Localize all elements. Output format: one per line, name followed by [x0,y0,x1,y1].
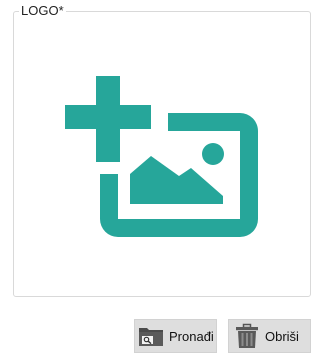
folder-search-icon [138,325,164,347]
trash-icon [234,323,260,349]
logo-legend: LOGO* [19,3,66,19]
delete-button[interactable]: Obriši [228,319,311,353]
find-button-label: Pronađi [169,328,214,344]
logo-actions: Pronađi Obriši [0,319,326,353]
logo-dropzone[interactable] [62,76,262,242]
delete-button-label: Obriši [265,328,299,344]
add-photo-icon [65,76,258,237]
find-button[interactable]: Pronađi [134,319,217,353]
